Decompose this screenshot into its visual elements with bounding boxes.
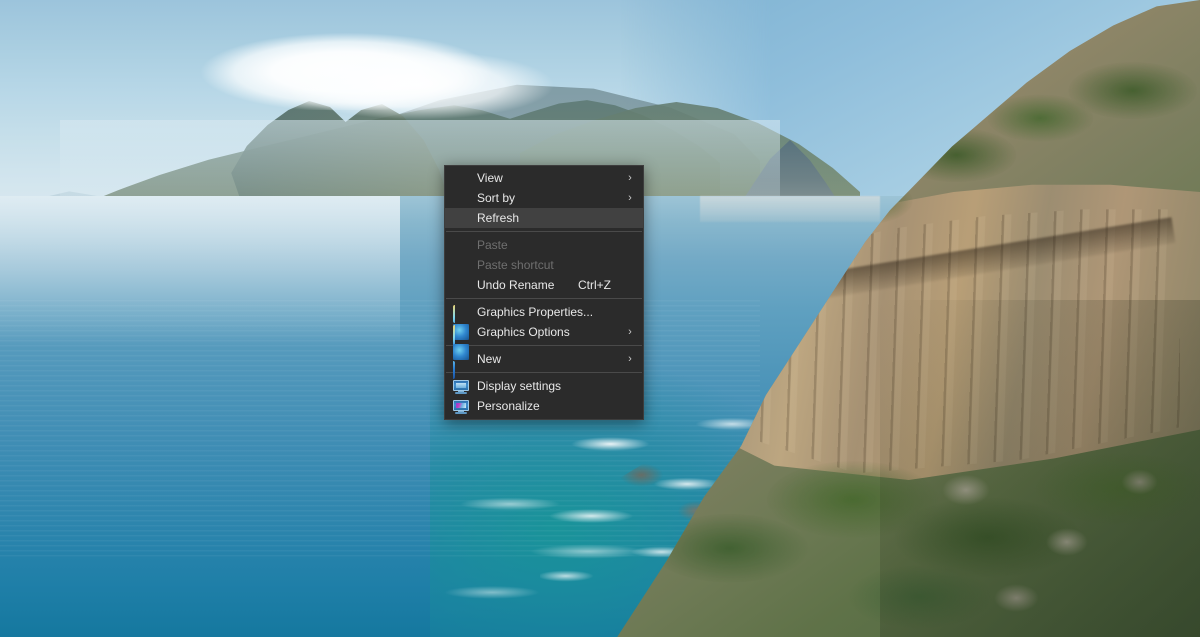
- desktop-context-menu[interactable]: View›Sort by›Refresh›Paste›Paste shortcu…: [444, 165, 644, 420]
- menu-item-label: View: [477, 171, 503, 185]
- desktop[interactable]: View›Sort by›Refresh›Paste›Paste shortcu…: [0, 0, 1200, 637]
- menu-item-label: Display settings: [477, 379, 562, 393]
- chevron-right-icon: ›: [628, 353, 632, 365]
- menu-item-label: Undo Rename: [477, 278, 555, 292]
- menu-item-paste-shortcut: Paste shortcut›: [445, 255, 643, 275]
- menu-item-display-settings[interactable]: Display settings›: [445, 376, 643, 396]
- menu-separator: [446, 345, 642, 346]
- menu-separator: [446, 298, 642, 299]
- menu-item-graphics-properties[interactable]: Graphics Properties... ›: [445, 302, 643, 359]
- menu-item-label: Refresh: [477, 211, 520, 225]
- personalize-icon-screen: [453, 400, 469, 411]
- menu-item-label: Graphics Options: [477, 325, 570, 339]
- personalize-icon-base: [455, 412, 467, 414]
- chevron-right-icon: ›: [628, 192, 632, 204]
- monitor-icon-base: [455, 392, 467, 394]
- menu-item-refresh[interactable]: Refresh›: [445, 208, 643, 228]
- menu-group: Paste›Paste shortcut›Undo RenameCtrl+Z›: [445, 235, 643, 295]
- monitor-icon-screen: [453, 380, 469, 391]
- menu-group: New ›: [445, 349, 643, 369]
- menu-item-sort-by[interactable]: Sort by ›: [445, 188, 643, 208]
- menu-item-label: Graphics Properties...: [477, 305, 594, 319]
- menu-group: View › Sort by › Refresh›: [445, 168, 643, 228]
- menu-item-graphics-options[interactable]: Graphics Options ›: [445, 322, 643, 379]
- menu-item-view[interactable]: View ›: [445, 168, 643, 188]
- menu-group: Graphics Properties... › Graphics Options ›: [445, 302, 643, 379]
- wallpaper-cloud-cap-secondary: [280, 42, 610, 128]
- graphics-icon: [453, 324, 469, 379]
- graphics-icon: [453, 304, 469, 359]
- menu-item-label: Sort by: [477, 191, 516, 205]
- menu-separator: [446, 231, 642, 232]
- menu-item-shortcut: Ctrl+Z: [578, 278, 611, 292]
- wallpaper-shoreline-town: [700, 196, 880, 222]
- menu-item-personalize[interactable]: Personalize›: [445, 396, 643, 416]
- menu-item-label: Personalize: [477, 399, 540, 413]
- menu-item-undo-rename[interactable]: Undo RenameCtrl+Z›: [445, 275, 643, 295]
- menu-item-label: Paste: [477, 238, 508, 252]
- chevron-right-icon: ›: [628, 172, 632, 184]
- menu-group: Display settings›Personalize›: [445, 376, 643, 416]
- menu-item-new[interactable]: New ›: [445, 349, 643, 369]
- personalize-icon: [453, 398, 469, 414]
- menu-separator: [446, 372, 642, 373]
- chevron-right-icon: ›: [628, 326, 632, 338]
- monitor-icon: [453, 378, 469, 394]
- menu-item-label: Paste shortcut: [477, 258, 554, 272]
- wallpaper-cliff-shadow: [880, 300, 1200, 637]
- menu-item-paste: Paste›: [445, 235, 643, 255]
- menu-item-label: New: [477, 352, 502, 366]
